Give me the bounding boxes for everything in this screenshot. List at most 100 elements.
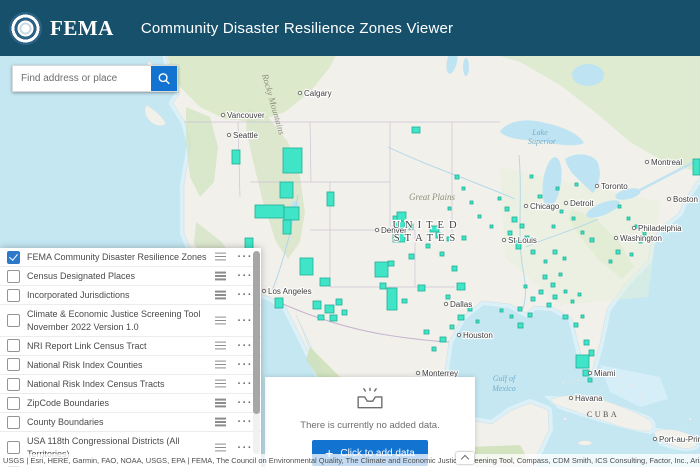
resilience-zone[interactable] — [284, 207, 299, 220]
resilience-zone[interactable] — [455, 175, 459, 179]
resilience-zone[interactable] — [618, 205, 621, 208]
resilience-zone[interactable] — [560, 210, 563, 213]
resilience-zone[interactable] — [424, 330, 429, 334]
resilience-zone[interactable] — [409, 254, 414, 259]
resilience-zone[interactable] — [627, 217, 630, 220]
legend-icon[interactable] — [215, 443, 227, 453]
legend-icon[interactable] — [215, 290, 227, 300]
layer-options-button[interactable]: ··· — [238, 291, 254, 299]
resilience-zone[interactable] — [446, 295, 450, 299]
resilience-zone[interactable] — [462, 236, 466, 240]
resilience-zone[interactable] — [418, 285, 425, 291]
resilience-zone[interactable] — [510, 315, 513, 318]
layer-checkbox[interactable] — [7, 270, 20, 283]
resilience-zone[interactable] — [538, 195, 542, 198]
resilience-zone[interactable] — [388, 261, 394, 266]
layer-options-button[interactable]: ··· — [238, 272, 254, 280]
resilience-zone[interactable] — [531, 250, 535, 254]
resilience-zone[interactable] — [342, 310, 347, 315]
resilience-zone[interactable] — [543, 275, 547, 279]
search-input[interactable] — [13, 66, 151, 91]
resilience-zone[interactable] — [563, 257, 566, 260]
resilience-zone[interactable] — [551, 283, 555, 287]
resilience-zone[interactable] — [318, 315, 324, 320]
resilience-zone[interactable] — [508, 231, 512, 235]
resilience-zone[interactable] — [528, 313, 532, 317]
resilience-zone[interactable] — [530, 175, 533, 178]
resilience-zone[interactable] — [283, 148, 302, 173]
resilience-zone[interactable] — [584, 340, 589, 345]
resilience-zone[interactable] — [300, 258, 313, 275]
resilience-zone[interactable] — [520, 224, 524, 228]
resilience-zone[interactable] — [476, 320, 479, 323]
resilience-zone[interactable] — [458, 315, 464, 320]
resilience-zone[interactable] — [387, 288, 397, 310]
resilience-zone[interactable] — [255, 205, 284, 218]
layer-checkbox[interactable] — [7, 289, 20, 302]
resilience-zone[interactable] — [402, 299, 407, 303]
layer-list-scrollbar[interactable] — [253, 251, 260, 454]
resilience-zone[interactable] — [588, 378, 592, 382]
layer-checkbox[interactable] — [7, 441, 20, 454]
resilience-zone[interactable] — [578, 293, 581, 296]
resilience-zone[interactable] — [581, 231, 584, 234]
resilience-zone[interactable] — [693, 159, 700, 175]
resilience-zone[interactable] — [544, 260, 547, 263]
resilience-zone[interactable] — [518, 323, 523, 328]
resilience-zone[interactable] — [375, 262, 388, 277]
resilience-zone[interactable] — [564, 290, 567, 293]
resilience-zone[interactable] — [576, 355, 589, 368]
layer-options-button[interactable]: ··· — [238, 444, 254, 452]
resilience-zone[interactable] — [590, 238, 594, 242]
resilience-zone[interactable] — [280, 182, 293, 198]
legend-icon[interactable] — [215, 360, 227, 370]
resilience-zone[interactable] — [512, 217, 517, 222]
resilience-zone[interactable] — [232, 150, 240, 164]
legend-icon[interactable] — [215, 398, 227, 408]
resilience-zone[interactable] — [518, 307, 522, 311]
legend-icon[interactable] — [215, 417, 227, 427]
resilience-zone[interactable] — [320, 278, 330, 286]
resilience-zone[interactable] — [426, 244, 430, 248]
resilience-zone[interactable] — [440, 252, 444, 256]
resilience-zone[interactable] — [556, 187, 559, 190]
resilience-zone[interactable] — [563, 315, 568, 319]
legend-icon[interactable] — [215, 252, 227, 262]
resilience-zone[interactable] — [283, 220, 291, 234]
resilience-zone[interactable] — [450, 325, 454, 329]
resilience-zone[interactable] — [336, 299, 342, 305]
layer-options-button[interactable]: ··· — [238, 361, 254, 369]
resilience-zone[interactable] — [505, 207, 509, 211]
resilience-zone[interactable] — [616, 250, 620, 254]
layer-checkbox[interactable] — [7, 416, 20, 429]
resilience-zone[interactable] — [581, 315, 584, 318]
resilience-zone[interactable] — [572, 217, 575, 220]
resilience-zone[interactable] — [524, 285, 527, 288]
layer-options-button[interactable]: ··· — [238, 380, 254, 388]
resilience-zone[interactable] — [531, 297, 535, 301]
search-button[interactable] — [151, 66, 177, 91]
resilience-zone[interactable] — [553, 250, 557, 254]
legend-icon[interactable] — [215, 271, 227, 281]
layer-checkbox[interactable] — [7, 251, 20, 264]
layer-options-button[interactable]: ··· — [238, 399, 254, 407]
layer-checkbox[interactable] — [7, 397, 20, 410]
layer-options-button[interactable]: ··· — [238, 342, 254, 350]
resilience-zone[interactable] — [498, 197, 501, 200]
attribution-collapse-button[interactable] — [456, 452, 474, 464]
layer-checkbox[interactable] — [7, 339, 20, 352]
resilience-zone[interactable] — [313, 301, 321, 309]
layer-options-button[interactable]: ··· — [238, 418, 254, 426]
resilience-zone[interactable] — [539, 290, 543, 294]
resilience-zone[interactable] — [553, 295, 557, 299]
resilience-zone[interactable] — [452, 266, 457, 271]
resilience-zone[interactable] — [412, 127, 420, 133]
resilience-zone[interactable] — [462, 187, 465, 190]
resilience-zone[interactable] — [547, 303, 551, 307]
resilience-zone[interactable] — [448, 207, 451, 210]
resilience-zone[interactable] — [609, 260, 612, 263]
layer-checkbox[interactable] — [7, 358, 20, 371]
scrollbar-thumb[interactable] — [253, 251, 260, 414]
resilience-zone[interactable] — [552, 225, 555, 228]
resilience-zone[interactable] — [432, 347, 436, 351]
